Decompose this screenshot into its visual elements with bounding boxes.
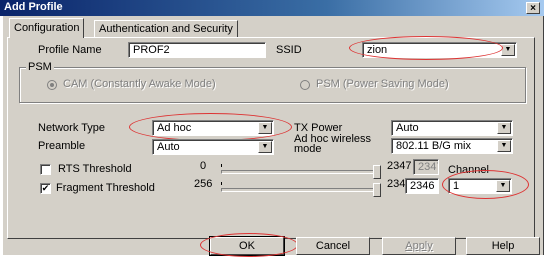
- fragment-slider-tick: [221, 182, 222, 185]
- apply-button[interactable]: Apply: [382, 237, 456, 255]
- rts-slider-tick: [221, 164, 222, 167]
- network-type-label: Network Type: [38, 122, 106, 134]
- cam-label: CAM (Constantly Awake Mode): [63, 78, 216, 90]
- chevron-down-icon[interactable]: ▼: [497, 122, 511, 134]
- chevron-down-icon[interactable]: ▼: [496, 180, 510, 192]
- rts-min-label: 0: [200, 160, 207, 172]
- fragment-threshold-checkbox[interactable]: ✔: [40, 183, 51, 194]
- window-title: Add Profile: [4, 1, 63, 13]
- preamble-value: Auto: [157, 141, 180, 153]
- close-icon: ×: [530, 3, 536, 14]
- fragment-threshold-label: Fragment Threshold: [56, 182, 155, 194]
- adhoc-mode-value: 802.11 B/G mix: [396, 140, 471, 152]
- rts-slider-track[interactable]: [221, 170, 381, 174]
- rts-value-field[interactable]: 2347: [413, 159, 439, 175]
- channel-dropdown[interactable]: 1 ▼: [448, 178, 512, 194]
- adhoc-mode-label-line2: mode: [294, 143, 322, 155]
- fragment-slider-thumb[interactable]: [373, 183, 381, 197]
- chevron-down-icon[interactable]: ▼: [258, 122, 272, 134]
- fragment-min-label: 256: [194, 178, 213, 190]
- tx-power-value: Auto: [396, 122, 419, 134]
- network-type-dropdown[interactable]: Ad hoc ▼: [152, 120, 274, 136]
- chevron-down-icon[interactable]: ▼: [258, 141, 272, 153]
- channel-label: Channel: [448, 164, 489, 176]
- preamble-label: Preamble: [38, 140, 86, 152]
- profile-name-input[interactable]: PROF2: [128, 42, 266, 58]
- tab-authentication-security[interactable]: Authentication and Security: [94, 20, 238, 38]
- ssid-label: SSID: [276, 44, 302, 56]
- adhoc-mode-dropdown[interactable]: 802.11 B/G mix ▼: [391, 138, 513, 154]
- radio-dot-icon: [50, 83, 54, 87]
- channel-value: 1: [453, 180, 460, 192]
- network-type-value: Ad hoc: [157, 122, 192, 134]
- close-button[interactable]: ×: [526, 2, 540, 14]
- tx-power-dropdown[interactable]: Auto ▼: [391, 120, 513, 136]
- fragment-value-field[interactable]: 2346: [405, 178, 439, 194]
- ssid-value: zion: [367, 44, 388, 56]
- psm-group-title: PSM: [26, 61, 54, 73]
- rts-slider-thumb[interactable]: [373, 165, 381, 179]
- tab-configuration[interactable]: Configuration: [9, 18, 85, 38]
- title-bar: Add Profile ×: [0, 0, 544, 16]
- cancel-button[interactable]: Cancel: [296, 237, 370, 255]
- rts-max-label: 2347: [387, 160, 412, 172]
- preamble-dropdown[interactable]: Auto ▼: [152, 139, 274, 155]
- ok-button[interactable]: OK: [209, 236, 285, 256]
- fragment-slider-track[interactable]: [221, 188, 381, 192]
- ssid-dropdown[interactable]: zion ▼: [362, 42, 517, 58]
- psm-radio[interactable]: [300, 80, 310, 90]
- adhoc-mode-label: Ad hoc wireless mode: [294, 134, 371, 155]
- rts-threshold-label: RTS Threshold: [58, 163, 132, 175]
- rts-threshold-checkbox[interactable]: [40, 164, 51, 175]
- cam-radio[interactable]: [47, 80, 57, 90]
- profile-name-label: Profile Name: [38, 44, 102, 56]
- psm-label: PSM (Power Saving Mode): [316, 78, 449, 90]
- chevron-down-icon[interactable]: ▼: [497, 140, 511, 152]
- tab-configuration-label: Configuration: [14, 22, 80, 34]
- check-icon: ✔: [41, 183, 50, 193]
- tab-authentication-label: Authentication and Security: [99, 23, 233, 35]
- help-button[interactable]: Help: [466, 237, 540, 255]
- chevron-down-icon[interactable]: ▼: [501, 44, 515, 56]
